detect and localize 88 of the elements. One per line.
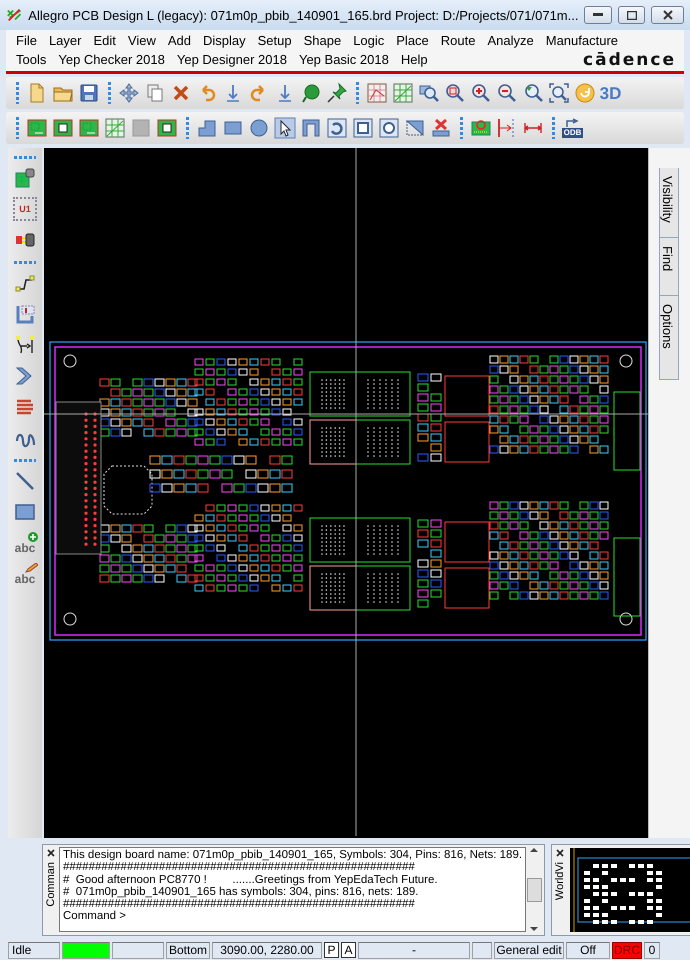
grid-lines-icon <box>392 82 414 104</box>
menu-item[interactable]: Yep Basic 2018 <box>292 52 395 67</box>
console-line: # Good afternoon PC8770 ! .......Greetings from YepEdaTech Future. <box>63 874 439 886</box>
console-line: ####################################################### <box>63 861 416 874</box>
place-part-icon <box>14 167 36 189</box>
pushpin-icon <box>326 82 348 104</box>
console-line: # 071m0p_pbib_140901_165 has symbols: 304, pins: 816, nets: 189. <box>63 886 420 898</box>
status-field: 0 <box>644 942 660 958</box>
panel-title: Comman <box>45 862 57 907</box>
menu-item[interactable]: Yep Checker 2018 <box>52 52 171 67</box>
app-logo-icon <box>6 6 22 24</box>
maximize-icon <box>626 10 636 20</box>
close-button[interactable] <box>651 6 684 24</box>
odb-export-button[interactable]: ODB <box>560 114 585 142</box>
ball-pin-icon <box>300 82 322 104</box>
menu-item[interactable]: Add <box>162 33 197 48</box>
square-outline-icon <box>352 117 374 139</box>
zoom-box-icon <box>444 82 466 104</box>
grid-lines-icon <box>104 117 126 139</box>
status-field: Off <box>566 942 610 958</box>
menu-item[interactable]: Setup <box>252 33 298 48</box>
board-shape-icon <box>52 117 74 139</box>
menu-item[interactable]: Route <box>434 33 482 48</box>
brand-logo: cādence <box>583 50 677 70</box>
side-tab[interactable]: Find <box>659 238 679 296</box>
status-field: Idle <box>8 942 60 958</box>
board-icon <box>78 117 100 139</box>
grid-board-icon <box>366 82 388 104</box>
close-icon <box>662 10 673 20</box>
line-icon <box>14 470 36 492</box>
menu-item[interactable]: Manufacture <box>540 33 624 48</box>
status-toggle[interactable]: A <box>341 942 356 958</box>
menu-item[interactable]: Shape <box>298 33 348 48</box>
menu-item[interactable]: View <box>122 33 162 48</box>
minimize-icon <box>593 13 604 17</box>
menu-item[interactable]: Layer <box>42 33 88 48</box>
export-arrow-icon <box>564 118 580 128</box>
console-line: This design board name: 071m0p_pbib_140901_165, Symbols: 304, Pins: 816, Nets: 189. <box>63 849 522 862</box>
pencil-icon <box>24 563 38 573</box>
zoom-in-icon <box>470 82 492 104</box>
panel-title: WorldVi <box>554 862 566 900</box>
disabled-frame-icon <box>130 117 152 139</box>
maximize-button[interactable] <box>618 6 646 24</box>
status-field: 3090.00, 2280.00 <box>212 942 322 958</box>
add-text-button[interactable]: abc <box>12 529 38 557</box>
move-icon <box>118 82 140 104</box>
circle-icon <box>248 117 270 139</box>
console-line: ####################################################### <box>63 898 416 910</box>
status-field <box>472 942 492 958</box>
side-tab[interactable]: Visibility <box>659 168 679 238</box>
menu-item[interactable]: Display <box>196 33 252 48</box>
zoom-world-icon <box>548 82 570 104</box>
fanout-icon <box>14 334 36 356</box>
status-field: - <box>358 942 470 958</box>
board-icon <box>26 117 48 139</box>
status-toggle[interactable]: P <box>324 942 339 958</box>
menu-item[interactable]: Edit <box>87 33 122 48</box>
save-icon <box>78 82 100 104</box>
menu-item[interactable]: Help <box>394 52 434 67</box>
command-prompt[interactable]: Command > <box>63 910 522 923</box>
arc-shape-icon <box>326 117 348 139</box>
delete-shape-icon <box>430 117 452 139</box>
menu-item[interactable]: Place <box>390 33 435 48</box>
plus-icon <box>28 532 38 542</box>
window-title: Allegro PCB Design L (legacy): 071m0p_pbib_140901_165.brd Project: D:/Projects/071/071m... <box>28 8 578 22</box>
menu-item[interactable]: File <box>10 33 43 48</box>
side-tab[interactable]: Options <box>659 296 679 380</box>
board-shape-icon <box>156 117 178 139</box>
close-button[interactable] <box>46 848 56 858</box>
minimize-button[interactable] <box>584 6 612 24</box>
menu-item[interactable]: Analyze <box>482 33 540 48</box>
scrollbar[interactable] <box>526 847 542 932</box>
menu-item[interactable]: Yep Designer 2018 <box>170 52 293 67</box>
circle-outline-icon <box>378 117 400 139</box>
close-button[interactable] <box>555 848 566 858</box>
menu-item[interactable]: Tools <box>10 52 52 67</box>
scroll-down-icon[interactable] <box>530 926 538 932</box>
nested-corner-icon <box>300 117 322 139</box>
refresh-icon <box>574 82 596 104</box>
slide-icon <box>14 303 36 325</box>
menu-item[interactable]: Logic <box>347 33 390 48</box>
chip-button[interactable]: U1 <box>13 197 37 221</box>
status-field <box>112 942 164 958</box>
edit-text-button[interactable]: abc <box>12 560 38 588</box>
status-field: General edit <box>494 942 564 958</box>
scroll-up-icon[interactable] <box>530 847 538 853</box>
zoom-out-icon <box>496 82 518 104</box>
status-field: Bottom <box>166 942 210 958</box>
